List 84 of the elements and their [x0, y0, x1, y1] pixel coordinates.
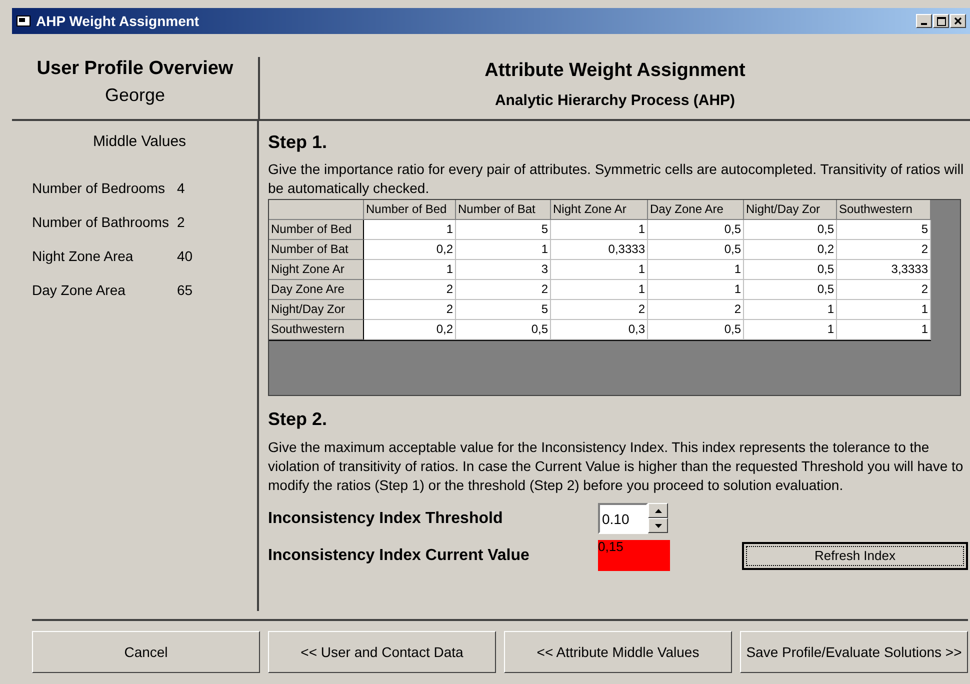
row-header[interactable]: Day Zone Are [269, 280, 364, 300]
table-cell[interactable]: 0,3333 [551, 240, 648, 260]
table-cell[interactable]: 1 [837, 320, 931, 340]
app-icon [16, 14, 32, 28]
table-cell[interactable]: 2 [648, 300, 744, 320]
step-description: Give the importance ratio for every pair of attributes. Symmetric cells are autocompleted. Transitivity of ratios will be automatically checked. [268, 160, 965, 198]
close-icon [954, 17, 962, 25]
table-cell[interactable]: 2 [551, 300, 648, 320]
table-cell[interactable]: 1 [551, 220, 648, 240]
close-button[interactable] [950, 14, 966, 28]
table-cell[interactable]: 2 [364, 280, 456, 300]
threshold-label: Inconsistency Index Threshold [268, 508, 504, 528]
table-cell[interactable]: 3 [456, 260, 551, 280]
up-arrow-icon [654, 508, 662, 512]
column-header[interactable]: Number of Bat [456, 200, 551, 220]
row-header[interactable]: Southwestern [269, 320, 364, 340]
footer-button[interactable]: << User and Contact Data [268, 631, 496, 673]
column-header[interactable]: Southwestern [837, 200, 931, 220]
attribute-label: Night Zone Area [32, 246, 134, 266]
table-cell[interactable]: 0,2 [364, 320, 456, 340]
maximize-icon [936, 16, 946, 26]
table-cell[interactable]: 0,3 [551, 320, 648, 340]
down-arrow-icon [654, 524, 662, 528]
table-cell[interactable]: 0,5 [744, 280, 837, 300]
table-cell[interactable]: 1 [364, 220, 456, 240]
profile-name: George [104, 84, 166, 106]
minimize-button[interactable] [916, 14, 932, 28]
table-cell[interactable]: 0,5 [648, 220, 744, 240]
step-description: Give the maximum acceptable value for the Inconsistency Index. This index represents the tolerance to the violation of transitivity of ratios. In case the Current Value is higher than the requested Threshold you will have to modify the ratios (Step 1) or the threshold (Step 2) before you proceed to solution evaluation. [268, 438, 964, 495]
attribute-label: Number of Bedrooms [32, 178, 166, 198]
column-header[interactable]: Night Zone Ar [551, 200, 648, 220]
table-cell[interactable]: 5 [837, 220, 931, 240]
footer-button[interactable]: << Attribute Middle Values [504, 631, 732, 673]
column-header[interactable]: Number of Bed [364, 200, 456, 220]
footer-button[interactable]: Cancel [32, 631, 260, 673]
row-header[interactable]: Night Zone Ar [269, 260, 364, 280]
refresh-button[interactable]: Refresh Index [742, 542, 968, 570]
table-cell[interactable]: 0,5 [744, 260, 837, 280]
section-title: Middle Values [92, 132, 186, 152]
table-cell[interactable]: 2 [837, 280, 931, 300]
table-cell[interactable]: 2 [837, 240, 931, 260]
table-cell[interactable]: 0,5 [456, 320, 551, 340]
table-cell[interactable]: 0,5 [744, 220, 837, 240]
attribute-value: 65 [177, 280, 193, 300]
attribute-label: Day Zone Area [32, 280, 126, 300]
attribute-label: Number of Bathrooms [32, 212, 170, 232]
maximize-button[interactable] [933, 14, 949, 28]
table-cell[interactable]: 1 [551, 260, 648, 280]
table-cell[interactable]: 1 [456, 240, 551, 260]
table-cell[interactable]: 0,2 [364, 240, 456, 260]
footer-button[interactable]: Save Profile/Evaluate Solutions >> [740, 631, 968, 673]
table-cell[interactable]: 1 [364, 260, 456, 280]
table-cell[interactable]: 1 [837, 300, 931, 320]
page-subtitle: Analytic Hierarchy Process (AHP) [494, 91, 736, 111]
table-cell[interactable]: 5 [456, 300, 551, 320]
table-cell[interactable]: 2 [364, 300, 456, 320]
spin-control[interactable] [648, 503, 668, 534]
table-cell[interactable]: 3,3333 [837, 260, 931, 280]
column-header[interactable]: Day Zone Are [648, 200, 744, 220]
window-title: AHP Weight Assignment [36, 12, 200, 31]
table-cell[interactable]: 1 [648, 280, 744, 300]
threshold-field[interactable]: 0.10 [598, 503, 648, 534]
attribute-value: 2 [177, 212, 185, 232]
row-header[interactable]: Number of Bat [269, 240, 364, 260]
step-title: Step 1. [268, 131, 328, 154]
attribute-value: 40 [177, 246, 193, 266]
step-title: Step 2. [268, 408, 328, 431]
table-cell[interactable]: 0,2 [744, 240, 837, 260]
current-value-label: Inconsistency Index Current Value [268, 546, 530, 566]
row-header[interactable]: Number of Bed [269, 220, 364, 240]
page-title: Attribute Weight Assignment [484, 61, 746, 80]
attribute-value: 4 [177, 178, 185, 198]
table-cell[interactable]: 0,5 [648, 240, 744, 260]
table-cell[interactable]: 2 [456, 280, 551, 300]
table-cell[interactable]: 1 [551, 280, 648, 300]
current-value-display: 0,15 [598, 540, 670, 571]
table-cell[interactable]: 0,5 [648, 320, 744, 340]
column-header[interactable]: Night/Day Zor [744, 200, 837, 220]
table-cell[interactable]: 5 [456, 220, 551, 240]
table-cell[interactable]: 1 [744, 300, 837, 320]
row-header[interactable]: Night/Day Zor [269, 300, 364, 320]
table-cell[interactable]: 1 [744, 320, 837, 340]
profile-title: User Profile Overview [36, 59, 234, 78]
table-cell[interactable]: 1 [648, 260, 744, 280]
